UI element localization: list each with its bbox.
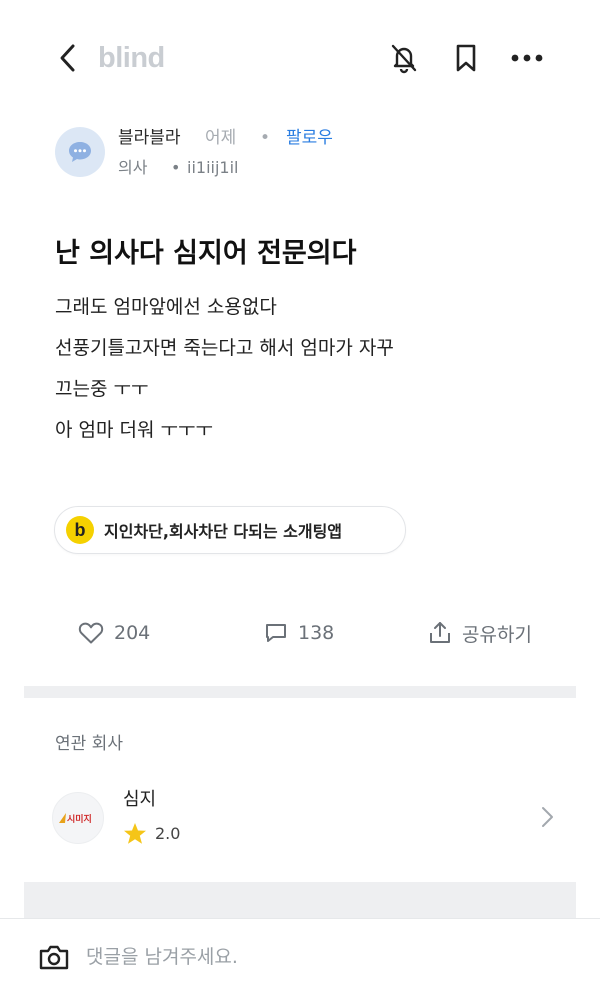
separator-dot: • [171,158,181,177]
company-logo-image: 시미지 [59,813,92,824]
post-line: 아 엄마 더워 ㅜㅜㅜ [55,419,213,441]
notification-toggle-button[interactable] [384,38,424,78]
post-line: 끄는중 ㅜㅜ [55,378,149,400]
post-title: 난 의사다 심지어 전문의다 [55,238,357,269]
post-line: 선풍기틀고자면 죽는다고 해서 엄마가 자꾸 [55,337,394,359]
bell-off-icon [391,44,417,74]
company-name: 심지 [123,789,157,810]
company-logo: 시미지 [52,792,104,844]
like-count: 204 [114,622,151,644]
chat-bubble-icon [69,142,91,162]
like-button[interactable]: 204 [78,616,150,650]
chevron-right-icon [542,807,553,827]
blind-logo: blind [98,42,165,74]
promo-text: 지인차단,회사차단 다되는 소개팅앱 [104,522,343,541]
share-button[interactable]: 공유하기 [428,616,532,650]
company-rating: 2.0 [123,822,180,845]
promo-banner[interactable]: b 지인차단,회사차단 다되는 소개팅앱 [54,506,406,554]
promo-logo: b [66,516,94,544]
attach-photo-button[interactable] [36,941,72,973]
author-id: ii1iij1il [187,158,239,177]
comment-bar [0,918,600,986]
bookmark-button[interactable] [446,38,486,78]
follow-button[interactable]: 팔로우 [286,127,333,149]
rating-value: 2.0 [155,824,181,843]
heart-icon [78,622,104,644]
share-icon [430,622,450,643]
avatar[interactable] [55,127,105,177]
share-label: 공유하기 [462,623,532,646]
section-divider [24,882,576,918]
comment-input[interactable] [86,941,556,973]
post-body: 그래도 엄마앞에선 소용없다 선풍기틀고자면 죽는다고 해서 엄마가 자꾸 끄는… [55,287,555,451]
more-options-button[interactable] [507,38,547,78]
separator-dot: • [260,128,271,148]
author-info: 블라블라 어제 • 팔로우 의사 • ii1iij1il [55,127,555,187]
post-line: 그래도 엄마앞에선 소용없다 [55,296,277,318]
comment-icon [266,624,286,642]
top-bar: blind [0,0,600,112]
post-actions: 204 138 공유하기 [0,608,600,658]
back-arrow-icon [60,44,75,72]
author-name[interactable]: 블라블라 [118,127,181,149]
related-company-item[interactable]: 시미지 심지 2.0 [52,786,553,850]
bookmark-icon [456,44,476,72]
back-button[interactable] [50,38,86,78]
svg-text:시미지: 시미지 [67,813,92,824]
comment-count: 138 [298,622,335,644]
more-icon [511,54,543,62]
related-companies-heading: 연관 회사 [55,734,123,754]
comment-button[interactable]: 138 [264,616,334,650]
section-divider [24,686,576,698]
camera-icon [39,945,69,970]
post-time: 어제 [205,128,237,148]
star-icon [124,823,146,844]
author-job: 의사 [118,158,148,177]
